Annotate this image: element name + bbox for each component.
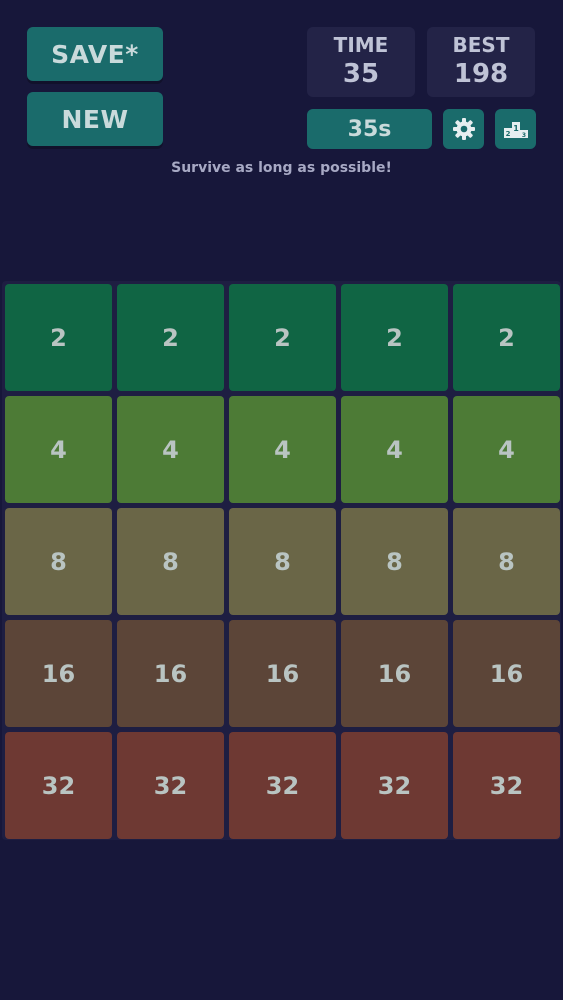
tile-r5-c4: 32 bbox=[341, 732, 448, 839]
svg-text:3: 3 bbox=[521, 132, 525, 139]
tile-r1-c5: 2 bbox=[453, 284, 560, 391]
tile-r2-c5: 4 bbox=[453, 396, 560, 503]
tile-r1-c1: 2 bbox=[5, 284, 112, 391]
podium-icon: 1 2 3 bbox=[503, 122, 528, 139]
tile-r3-c5: 8 bbox=[453, 508, 560, 615]
time-value: 35 bbox=[342, 59, 380, 89]
tile-r2-c3: 4 bbox=[229, 396, 336, 503]
tile-r2-c2: 4 bbox=[117, 396, 224, 503]
tile-r5-c2: 32 bbox=[117, 732, 224, 839]
best-label: BEST bbox=[452, 33, 510, 57]
tile-r4-c3: 16 bbox=[229, 620, 336, 727]
best-value: 198 bbox=[453, 59, 509, 89]
tile-r5-c3: 32 bbox=[229, 732, 336, 839]
tile-r3-c4: 8 bbox=[341, 508, 448, 615]
gear-icon bbox=[452, 118, 475, 140]
new-game-button[interactable]: NEW bbox=[27, 92, 163, 146]
tile-r1-c4: 2 bbox=[341, 284, 448, 391]
tile-r1-c2: 2 bbox=[117, 284, 224, 391]
tile-r5-c1: 32 bbox=[5, 732, 112, 839]
tile-r4-c2: 16 bbox=[117, 620, 224, 727]
timer-display[interactable]: 35s bbox=[307, 109, 432, 149]
svg-text:1: 1 bbox=[513, 124, 519, 133]
best-score-box: BEST 198 bbox=[427, 27, 535, 97]
tile-r4-c4: 16 bbox=[341, 620, 448, 727]
leaderboard-button[interactable]: 1 2 3 bbox=[495, 109, 536, 149]
time-score-box: TIME 35 bbox=[307, 27, 415, 97]
game-board[interactable]: 2 2 2 2 2 4 4 4 4 4 8 8 8 8 8 16 16 16 16 16 32 32 32 32 32 bbox=[2, 281, 561, 840]
tile-r5-c5: 32 bbox=[453, 732, 560, 839]
time-label: TIME bbox=[333, 33, 389, 57]
tile-r3-c3: 8 bbox=[229, 508, 336, 615]
tile-r2-c4: 4 bbox=[341, 396, 448, 503]
tile-r1-c3: 2 bbox=[229, 284, 336, 391]
tile-r3-c2: 8 bbox=[117, 508, 224, 615]
tile-r4-c5: 16 bbox=[453, 620, 560, 727]
settings-button[interactable] bbox=[443, 109, 484, 149]
tile-r3-c1: 8 bbox=[5, 508, 112, 615]
svg-text:2: 2 bbox=[505, 130, 510, 138]
game-subtitle: Survive as long as possible! bbox=[171, 160, 392, 176]
save-button[interactable]: SAVE* bbox=[27, 27, 163, 81]
tile-r2-c1: 4 bbox=[5, 396, 112, 503]
tile-r4-c1: 16 bbox=[5, 620, 112, 727]
